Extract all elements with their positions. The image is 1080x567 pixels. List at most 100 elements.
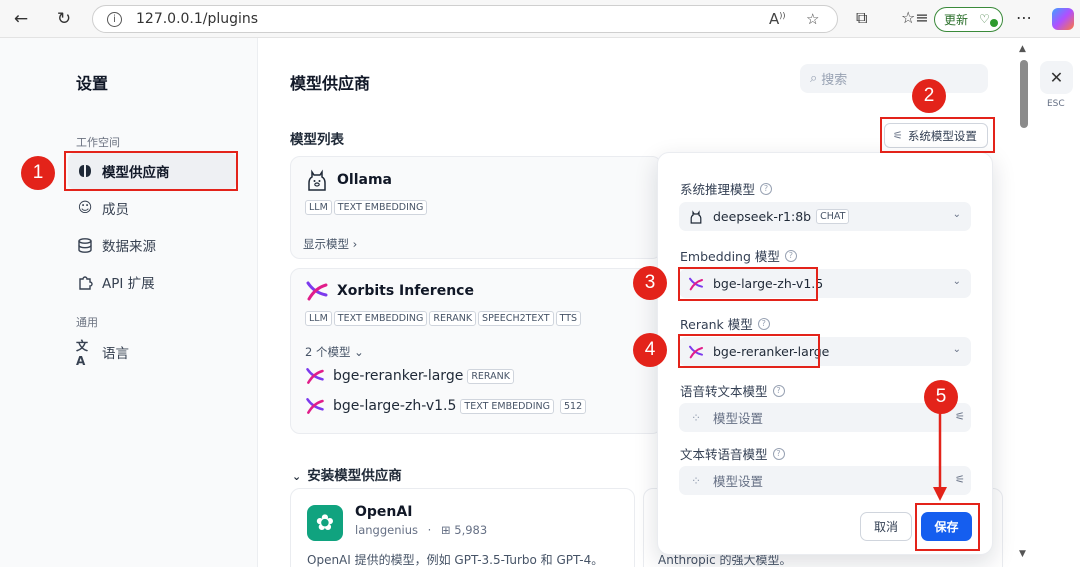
xorbits-icon — [305, 367, 325, 385]
puzzle-icon — [76, 273, 94, 291]
tag: TTS — [555, 311, 582, 326]
provider-tags: LLM TEXT EMBEDDING — [305, 199, 429, 215]
sidebar-item-label: 成员 — [102, 202, 129, 218]
model-name: bge-reranker-large — [333, 368, 464, 384]
annotation-highlight-4 — [678, 334, 820, 368]
refresh-icon[interactable]: ↻ — [51, 6, 77, 32]
select-value: deepseek-r1:8b — [713, 209, 812, 224]
update-button[interactable]: 更新 ♡ — [934, 7, 1003, 32]
sliders-icon[interactable]: ⚟ — [955, 410, 965, 423]
extensions-puzzle-icon[interactable]: ⧉ — [856, 8, 867, 28]
separator-dot: · — [427, 523, 432, 537]
cancel-button[interactable]: 取消 — [860, 512, 912, 541]
show-models-link[interactable]: 显示模型 › — [303, 236, 357, 252]
cube-icon: ⁘ — [690, 473, 702, 488]
page-title: 模型供应商 — [290, 74, 371, 93]
xorbits-icon — [305, 397, 325, 415]
tag: SPEECH2TEXT — [478, 311, 554, 326]
annotation-highlight-2 — [880, 117, 995, 153]
field-label-embedding: Embedding 模型? — [680, 246, 797, 265]
chevron-down-icon: ⌄ — [292, 470, 302, 483]
members-icon: ☺ — [77, 200, 93, 216]
provider-description: OpenAI 提供的模型，例如 GPT-3.5-Turbo 和 GPT-4。 — [307, 553, 604, 567]
provider-card-ollama: Ollama LLM TEXT EMBEDDING 显示模型 › — [290, 156, 662, 259]
scrollbar-thumb[interactable] — [1020, 60, 1028, 128]
help-icon[interactable]: ? — [784, 249, 797, 262]
annotation-badge-4: 4 — [633, 333, 667, 367]
annotation-highlight-5 — [915, 503, 980, 551]
sidebar-item-data-sources[interactable]: 数据来源 — [68, 227, 236, 263]
address-bar[interactable]: i 127.0.0.1/plugins A)) ☆ — [92, 5, 838, 33]
close-icon[interactable]: ✕ — [1040, 61, 1073, 94]
annotation-badge-1: 1 — [21, 156, 55, 190]
update-dot-icon — [990, 19, 998, 27]
scroll-down-arrow-icon[interactable]: ▼ — [1019, 549, 1026, 559]
select-placeholder: 模型设置 — [713, 474, 764, 489]
sidebar-title: 设置 — [76, 74, 109, 93]
search-placeholder: 搜索 — [821, 73, 848, 88]
read-aloud-icon[interactable]: A)) — [769, 10, 786, 28]
tag: LLM — [305, 200, 332, 215]
search-input[interactable]: ⌕ 搜索 — [800, 64, 988, 93]
field-label-system-reasoning: 系统推理模型? — [680, 179, 773, 198]
sidebar-item-label: 数据来源 — [102, 239, 156, 255]
info-icon[interactable]: i — [107, 11, 122, 27]
provider-name: Ollama — [337, 172, 392, 188]
install-providers-label: 安装模型供应商 — [307, 468, 402, 484]
cube-icon: ⁘ — [690, 410, 702, 425]
update-label: 更新 — [944, 13, 969, 27]
back-arrow-icon[interactable]: ← — [8, 6, 34, 32]
llama-icon — [307, 169, 327, 191]
sidebar-item-language[interactable]: 文A 语言 — [68, 334, 236, 370]
annotation-badge-5: 5 — [924, 380, 958, 414]
system-reasoning-model-select[interactable]: deepseek-r1:8b CHAT ⌄ — [679, 202, 971, 231]
openai-logo-icon: ✿ — [307, 505, 343, 541]
field-label-rerank: Rerank 模型? — [680, 314, 770, 333]
model-list-title: 模型列表 — [290, 132, 344, 148]
help-icon[interactable]: ? — [760, 182, 773, 195]
help-icon[interactable]: ? — [772, 447, 785, 460]
xorbits-icon — [305, 281, 329, 301]
chevron-down-icon: ⌄ — [952, 276, 961, 287]
translate-icon: 文A — [76, 338, 89, 368]
tag: RERANK — [429, 311, 477, 326]
select-placeholder: 模型设置 — [713, 411, 764, 426]
settings-sidebar: 设置 工作空间 模型供应商 ☺ 成员 数据来源 API 扩展 通用 文A 语言 — [0, 38, 258, 567]
install-providers-title[interactable]: ⌄ 安装模型供应商 — [292, 464, 402, 484]
llama-icon — [687, 209, 705, 225]
sidebar-item-label: API 扩展 — [102, 276, 155, 292]
models-count-toggle[interactable]: 2 个模型 ⌄ — [305, 344, 364, 360]
field-label-text: Rerank 模型 — [680, 317, 753, 332]
tag: TEXT EMBEDDING — [460, 398, 555, 414]
more-menu-icon[interactable]: ⋯ — [1016, 8, 1032, 27]
annotation-badge-3: 3 — [633, 266, 667, 300]
provider-name: Xorbits Inference — [337, 283, 474, 299]
sliders-icon[interactable]: ⚟ — [955, 473, 965, 486]
favorite-star-icon[interactable]: ☆ — [806, 10, 819, 28]
chevron-down-icon: ⌄ — [952, 344, 961, 355]
sidebar-section-general: 通用 — [76, 316, 98, 329]
tag: TEXT EMBEDDING — [333, 311, 428, 326]
model-row: bge-large-zh-v1.5 TEXT EMBEDDING 512 — [305, 397, 588, 415]
annotation-highlight-3 — [678, 267, 818, 301]
browser-toolbar: ← ↻ i 127.0.0.1/plugins A)) ☆ ⧉ ☆≡ 更新 ♡ … — [0, 0, 1080, 38]
scroll-up-arrow-icon[interactable]: ▲ — [1019, 44, 1026, 54]
database-icon — [76, 236, 94, 254]
annotation-badge-2: 2 — [912, 79, 946, 113]
sidebar-item-api-extension[interactable]: API 扩展 — [68, 264, 236, 300]
help-icon[interactable]: ? — [772, 384, 785, 397]
provider-author: langgenius · ⊞ 5,983 — [355, 523, 487, 537]
help-icon[interactable]: ? — [757, 317, 770, 330]
favorites-list-icon[interactable]: ☆≡ — [901, 8, 929, 27]
provider-name: OpenAI — [355, 504, 413, 520]
field-label-text: 系统推理模型 — [680, 182, 756, 197]
copilot-icon[interactable] — [1052, 8, 1074, 30]
install-count-icon: ⊞ — [440, 523, 451, 537]
address-url: 127.0.0.1/plugins — [136, 11, 259, 27]
install-card-openai[interactable]: ✿ OpenAI langgenius · ⊞ 5,983 OpenAI 提供的… — [290, 488, 635, 567]
provider-card-xorbits: Xorbits Inference LLM TEXT EMBEDDING RERAN… — [290, 268, 662, 434]
annotation-highlight-1 — [64, 151, 238, 191]
tag: LLM — [305, 311, 332, 326]
sidebar-item-members[interactable]: ☺ 成员 — [68, 190, 236, 226]
text-to-speech-model-select[interactable]: ⁘ 模型设置 ⚟ — [679, 466, 971, 495]
